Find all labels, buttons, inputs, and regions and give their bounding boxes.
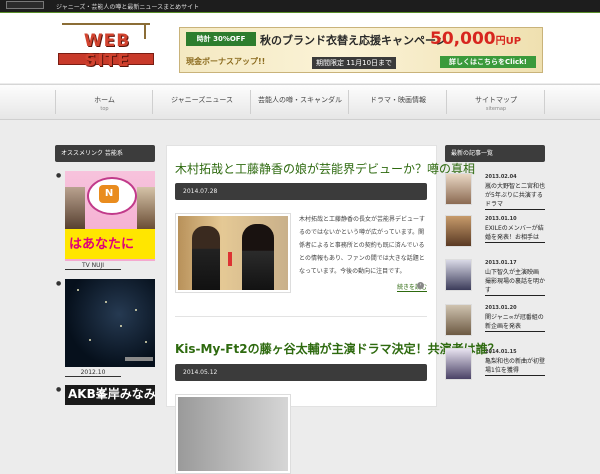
recent-post-date: 2013.01.10 xyxy=(485,216,517,222)
tvnuji-thumbnail[interactable]: N はあなたに xyxy=(65,171,155,261)
nav-item-sublabel: sitemap xyxy=(485,106,507,112)
post-thumbnail[interactable] xyxy=(175,394,291,474)
tv-mark-icon: N xyxy=(99,185,119,203)
post-date: 2014.05.12 xyxy=(175,364,427,381)
post-title[interactable]: 木村拓哉と工藤静香の娘が芸能界デビューか？噂の真相 xyxy=(175,160,475,177)
nav-item-gossip[interactable]: 芸能人の噂・スキャンダル xyxy=(250,90,349,114)
post-excerpt: 木村拓哉と工藤静香の長女が芸能界デビューするのではないかという噂が広がっています… xyxy=(299,216,426,275)
post-divider xyxy=(175,316,427,317)
nav-item-label: サイトマップ xyxy=(475,96,517,104)
post-photo xyxy=(178,216,288,290)
main-navigation: ホーム top ジャニーズニュース 芸能人の噂・スキャンダル ドラマ・映画情報 … xyxy=(0,84,600,120)
banner-amount: 50,000円UP xyxy=(430,29,521,49)
banner-headline: 秋のブランド衣替え応援キャンペーン xyxy=(260,34,447,47)
star-dot xyxy=(89,339,91,341)
recent-post-item[interactable]: 2014.01.15 亀梨和也の新曲が初登場1位を獲得 xyxy=(445,348,545,384)
recent-post-thumbnail[interactable] xyxy=(445,348,472,380)
sidebar-link-space[interactable]: ● 2012.10 xyxy=(55,279,155,377)
star-dot xyxy=(145,341,147,343)
bullet-icon: ● xyxy=(56,280,62,287)
photo-person-right xyxy=(242,224,274,290)
banner-amount-value: 50,000 xyxy=(430,29,496,49)
recent-post-date: 2013.01.17 xyxy=(485,260,517,266)
recent-post-title[interactable]: 関ジャニ∞が冠番組の新企画を発表 xyxy=(485,313,545,332)
recent-post-thumbnail[interactable] xyxy=(445,215,472,247)
space-thumbnail[interactable] xyxy=(65,279,155,367)
site-logo[interactable]: WEB SITE xyxy=(58,23,154,71)
arrow-right-icon[interactable]: › xyxy=(417,282,424,289)
banner-subtext: 現金ボーナスアップ!! xyxy=(186,57,266,66)
akb-thumbnail-text: AKB峯岸みなみ xyxy=(68,387,156,401)
recent-post-date: 2013.02.04 xyxy=(485,174,517,180)
thumbnail-strip-text: はあなたに xyxy=(69,237,135,252)
recent-post-item[interactable]: 2013.02.04 嵐の大野智と二宮和也が5年ぶりに共演するドラマ xyxy=(445,173,545,210)
nav-item-sublabel: top xyxy=(100,106,109,112)
recent-post-title[interactable]: 嵐の大野智と二宮和也が5年ぶりに共演するドラマ xyxy=(485,182,545,210)
link-caption[interactable]: 2012.10 xyxy=(65,369,121,377)
recent-post-title[interactable]: 山下智久が主演映画 撮影現場の裏話を明かす xyxy=(485,268,545,296)
post-thumbnail[interactable] xyxy=(175,213,291,293)
hud-overlay xyxy=(125,357,153,361)
recent-post-item[interactable]: 2013.01.17 山下智久が主演映画 撮影現場の裏話を明かす xyxy=(445,259,545,296)
recent-post-item[interactable]: 2013.01.10 EXILEのメンバーが結婚を発表！お相手は xyxy=(445,215,545,251)
banner-period: 期間限定 11月10日まで xyxy=(312,57,397,69)
akb-thumbnail[interactable]: AKB峯岸みなみ xyxy=(65,385,156,405)
recent-post-date: 2014.01.15 xyxy=(485,349,517,355)
nav-item-label: ジャニーズニュース xyxy=(171,96,233,104)
recent-post-item[interactable]: 2013.01.20 関ジャニ∞が冠番組の新企画を発表 xyxy=(445,304,545,340)
banner-badge: 時計 30%OFF xyxy=(186,32,256,46)
nav-item-label: ドラマ・映画情報 xyxy=(370,96,426,104)
recent-post-thumbnail[interactable] xyxy=(445,304,472,336)
right-sidebar-heading: 最新の記事一覧 xyxy=(445,145,545,162)
sidebar-link-akb[interactable]: ● AKB峯岸みなみ xyxy=(55,385,156,405)
people-photo-left xyxy=(65,187,85,229)
logo-text: WEB SITE xyxy=(83,31,131,71)
star-dot xyxy=(105,301,107,303)
recent-post-thumbnail[interactable] xyxy=(445,259,472,291)
microphone-icon xyxy=(228,252,232,266)
star-dot xyxy=(77,289,79,291)
top-bar: ジャニーズ・芸能人の噂と最新ニュースまとめサイト xyxy=(0,0,600,13)
nav-item-drama[interactable]: ドラマ・映画情報 xyxy=(348,90,447,114)
people-photo-right xyxy=(137,187,155,229)
post-date: 2014.07.28 xyxy=(175,183,427,200)
ad-banner[interactable]: 時計 30%OFF 秋のブランド衣替え応援キャンペーン 50,000円UP 現金… xyxy=(179,27,543,73)
nav-item-sitemap[interactable]: サイトマップ sitemap xyxy=(446,90,545,114)
nav-item-home[interactable]: ホーム top xyxy=(55,90,153,114)
banner-amount-unit: 円UP xyxy=(495,36,522,47)
nav-divider xyxy=(544,90,545,114)
left-sidebar-heading: オススメリンク 芸能系 xyxy=(55,145,155,162)
main-content: 木村拓哉と工藤静香の娘が芸能界デビューか？噂の真相 2014.07.28 木村拓… xyxy=(166,145,500,474)
recent-post-date: 2013.01.20 xyxy=(485,305,517,311)
photo-person-left xyxy=(192,226,220,290)
link-caption[interactable]: TV NUJI xyxy=(65,262,121,270)
recent-post-title[interactable]: 亀梨和也の新曲が初登場1位を獲得 xyxy=(485,357,545,376)
banner-cta-button[interactable]: 詳しくはこちらをClick! xyxy=(440,56,536,68)
nav-item-johnnys-news[interactable]: ジャニーズニュース xyxy=(152,90,251,114)
sidebar-link-tvnuji[interactable]: ● N はあなたに TV NUJI xyxy=(55,171,155,271)
star-dot xyxy=(135,309,137,311)
site-tagline: ジャニーズ・芸能人の噂と最新ニュースまとめサイト xyxy=(56,4,200,11)
crane-beam-decoration xyxy=(62,23,150,25)
nav-item-label: ホーム xyxy=(94,96,115,104)
bullet-icon: ● xyxy=(56,172,62,179)
post-photo xyxy=(178,397,288,471)
recent-post-title[interactable]: EXILEのメンバーが結婚を発表！お相手は xyxy=(485,224,545,243)
nav-item-label: 芸能人の噂・スキャンダル xyxy=(258,96,342,104)
bullet-icon: ● xyxy=(56,386,62,393)
star-dot xyxy=(120,325,122,327)
search-input[interactable] xyxy=(6,1,44,9)
recent-post-thumbnail[interactable] xyxy=(445,173,472,205)
